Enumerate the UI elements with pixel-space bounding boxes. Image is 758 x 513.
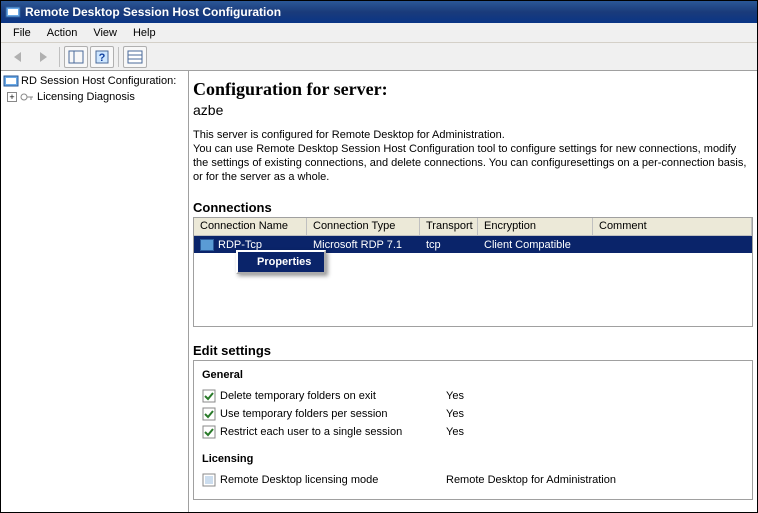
setting-licensing-mode[interactable]: Remote Desktop licensing mode Remote Des… xyxy=(202,471,744,489)
panel-icon xyxy=(68,50,84,64)
back-button[interactable] xyxy=(5,46,29,68)
cell-name: RDP-Tcp xyxy=(218,239,262,251)
setting-label: Restrict each user to a single session xyxy=(220,426,446,438)
server-name: azbe xyxy=(193,102,753,118)
desc-line-1: This server is configured for Remote Des… xyxy=(193,129,505,141)
licensing-header: Licensing xyxy=(202,453,744,465)
app-icon xyxy=(5,4,21,20)
settings-box: General Delete temporary folders on exit… xyxy=(193,360,753,500)
cell-transport: tcp xyxy=(420,238,478,252)
help-button[interactable]: ? xyxy=(90,46,114,68)
menu-action[interactable]: Action xyxy=(39,25,86,41)
arrow-right-icon xyxy=(40,52,47,62)
toolbar: ? xyxy=(1,43,757,71)
window-titlebar: Remote Desktop Session Host Configuratio… xyxy=(1,1,757,23)
svg-text:?: ? xyxy=(99,52,106,64)
setting-use-temp[interactable]: Use temporary folders per session Yes xyxy=(202,405,744,423)
show-hide-tree-button[interactable] xyxy=(64,46,88,68)
setting-icon xyxy=(202,425,220,439)
forward-button[interactable] xyxy=(31,46,55,68)
col-encryption[interactable]: Encryption xyxy=(478,218,593,235)
col-transport[interactable]: Transport xyxy=(420,218,478,235)
tree-root[interactable]: RD Session Host Configuration: xyxy=(3,73,186,89)
arrow-left-icon xyxy=(14,52,21,62)
tree-child-licensing[interactable]: + Licensing Diagnosis xyxy=(3,89,186,105)
key-icon xyxy=(19,89,35,105)
setting-label: Delete temporary folders on exit xyxy=(220,390,446,402)
setting-label: Use temporary folders per session xyxy=(220,408,446,420)
toolbar-separator xyxy=(59,47,60,67)
tree-pane: RD Session Host Configuration: + Licensi… xyxy=(1,71,189,512)
edit-settings-heading: Edit settings xyxy=(193,343,753,358)
menu-file[interactable]: File xyxy=(5,25,39,41)
expand-icon[interactable]: + xyxy=(7,92,17,102)
window-title: Remote Desktop Session Host Configuratio… xyxy=(25,5,281,19)
context-menu: Properties xyxy=(236,250,326,274)
setting-value: Yes xyxy=(446,426,744,438)
cell-comment xyxy=(593,244,752,246)
setting-value: Remote Desktop for Administration xyxy=(446,474,744,486)
setting-value: Yes xyxy=(446,408,744,420)
menu-view[interactable]: View xyxy=(85,25,125,41)
cell-encryption: Client Compatible xyxy=(478,238,593,252)
help-icon: ? xyxy=(94,49,110,65)
properties-toolbar-button[interactable] xyxy=(123,46,147,68)
menu-help[interactable]: Help xyxy=(125,25,164,41)
description: This server is configured for Remote Des… xyxy=(193,128,753,184)
host-config-icon xyxy=(3,73,19,89)
setting-delete-temp[interactable]: Delete temporary folders on exit Yes xyxy=(202,387,744,405)
setting-value: Yes xyxy=(446,390,744,402)
rdp-icon xyxy=(200,239,214,251)
desc-line-2: You can use Remote Desktop Session Host … xyxy=(193,143,746,183)
col-connection-type[interactable]: Connection Type xyxy=(307,218,420,235)
toolbar-separator xyxy=(118,47,119,67)
page-title: Configuration for server: xyxy=(193,79,753,100)
connections-heading: Connections xyxy=(193,200,753,215)
col-connection-name[interactable]: Connection Name xyxy=(194,218,307,235)
general-header: General xyxy=(202,369,744,381)
setting-icon xyxy=(202,407,220,421)
tree-root-label: RD Session Host Configuration: xyxy=(21,75,176,87)
connections-header-row: Connection Name Connection Type Transpor… xyxy=(194,218,752,236)
properties-icon xyxy=(127,50,143,64)
connections-table: Connection Name Connection Type Transpor… xyxy=(193,217,753,327)
col-comment[interactable]: Comment xyxy=(593,218,752,235)
tree-child-label: Licensing Diagnosis xyxy=(37,91,135,103)
setting-restrict-single[interactable]: Restrict each user to a single session Y… xyxy=(202,423,744,441)
right-pane: Configuration for server: azbe This serv… xyxy=(189,71,757,512)
menubar: File Action View Help xyxy=(1,23,757,43)
setting-icon xyxy=(202,473,220,487)
setting-label: Remote Desktop licensing mode xyxy=(220,474,446,486)
setting-icon xyxy=(202,389,220,403)
context-properties[interactable]: Properties xyxy=(238,252,324,272)
